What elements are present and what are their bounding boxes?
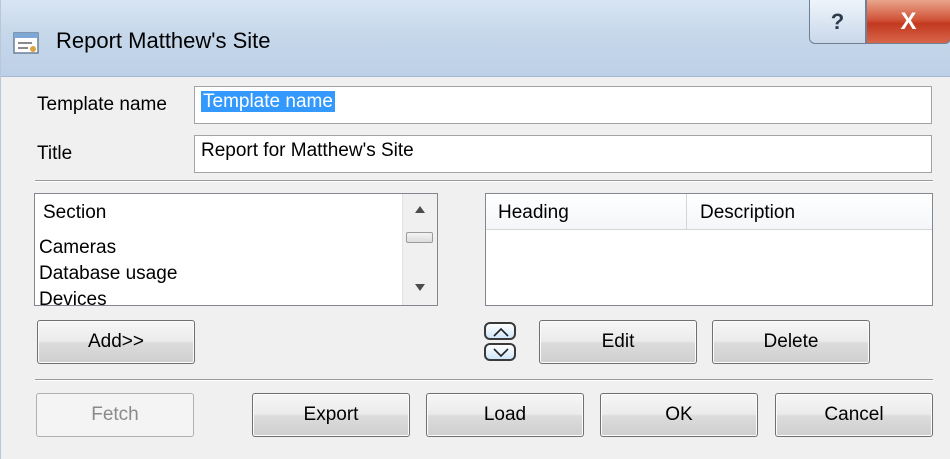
ok-button-label: OK xyxy=(665,404,693,425)
template-name-label: Template name xyxy=(37,94,167,115)
title-field[interactable]: Report for Matthew's Site xyxy=(194,135,932,173)
report-window-icon xyxy=(13,32,39,54)
delete-button[interactable]: Delete xyxy=(712,320,870,364)
section-column-header: Section xyxy=(43,202,107,223)
close-button[interactable]: X xyxy=(866,0,950,44)
help-icon: ? xyxy=(830,8,845,34)
close-icon: X xyxy=(900,7,917,35)
scroll-up-icon[interactable] xyxy=(415,206,425,213)
edit-button-label: Edit xyxy=(601,331,635,352)
load-button[interactable]: Load xyxy=(426,393,584,437)
title-label: Title xyxy=(37,143,73,164)
title-value: Report for Matthew's Site xyxy=(201,140,414,161)
column-divider[interactable] xyxy=(686,194,687,230)
headings-table[interactable]: Heading Description xyxy=(485,193,933,306)
fetch-button[interactable]: Fetch xyxy=(36,393,194,437)
help-button[interactable]: ? xyxy=(809,0,866,44)
list-item[interactable]: Cameras xyxy=(39,237,116,259)
move-down-icon[interactable] xyxy=(484,343,516,361)
reorder-controls xyxy=(484,320,516,364)
add-button-label: Add>> xyxy=(88,331,144,352)
load-button-label: Load xyxy=(483,404,527,425)
report-dialog: Report Matthew's Site ? X Template name … xyxy=(0,0,950,459)
headings-table-header: Heading Description xyxy=(486,194,932,230)
sections-scrollbar[interactable] xyxy=(402,194,437,305)
cancel-button[interactable]: Cancel xyxy=(775,393,933,437)
scroll-down-icon[interactable] xyxy=(415,284,425,291)
move-up-icon[interactable] xyxy=(484,322,516,340)
cancel-button-label: Cancel xyxy=(824,404,884,425)
bottom-divider xyxy=(35,379,933,381)
export-button[interactable]: Export xyxy=(252,393,410,437)
list-item[interactable]: Database usage xyxy=(39,263,177,285)
sections-list[interactable]: Section Cameras Database usage Devices xyxy=(34,193,438,306)
heading-column-header[interactable]: Heading xyxy=(498,202,569,224)
description-column-header[interactable]: Description xyxy=(700,202,795,224)
template-name-field[interactable]: Template name xyxy=(194,86,932,124)
window-title: Report Matthew's Site xyxy=(56,28,271,53)
export-button-label: Export xyxy=(303,404,359,425)
add-button[interactable]: Add>> xyxy=(37,320,195,364)
title-bar: Report Matthew's Site ? X xyxy=(1,0,950,77)
edit-button[interactable]: Edit xyxy=(539,320,697,364)
list-item[interactable]: Devices xyxy=(39,289,107,305)
sections-list-header: Section xyxy=(35,194,405,230)
delete-button-label: Delete xyxy=(763,331,819,352)
ok-button[interactable]: OK xyxy=(600,393,758,437)
template-name-value: Template name xyxy=(201,91,335,112)
top-divider xyxy=(35,180,933,182)
fetch-button-label: Fetch xyxy=(91,404,139,425)
scroll-thumb[interactable] xyxy=(406,232,433,243)
